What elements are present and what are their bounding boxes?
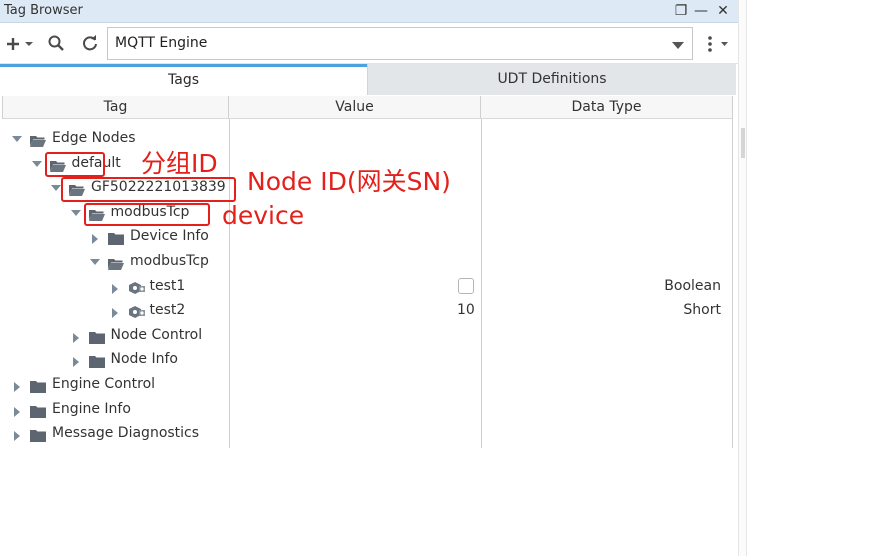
tag-provider-dropdown[interactable]: MQTT Engine — [107, 27, 693, 60]
tag-tree-table: Tag Value Data Type Edge Nodes default GF5… — [2, 96, 733, 448]
tree-row-label: test1 — [149, 277, 186, 294]
title-bar: Tag Browser ❐ — ✕ — [0, 0, 738, 23]
collapse-arrow-icon[interactable] — [14, 382, 20, 392]
tag-browser-panel: Tag Browser ❐ — ✕ MQTT Engine Tags UDT D… — [0, 0, 738, 556]
more-options-button[interactable] — [703, 34, 731, 54]
refresh-icon — [83, 35, 97, 51]
search-button[interactable] — [46, 34, 66, 54]
toolbar: MQTT Engine — [0, 24, 738, 64]
collapse-arrow-icon[interactable] — [111, 308, 118, 319]
folder-icon — [29, 404, 47, 419]
folder-icon — [29, 379, 47, 394]
tag-icon — [127, 281, 145, 296]
expand-arrow-icon[interactable] — [70, 209, 81, 216]
tree-row[interactable]: Engine Info — [2, 400, 733, 424]
tree-row-label: Engine Info — [52, 400, 131, 417]
annotation-node-id: Node ID(网关SN) — [247, 167, 451, 196]
tree-row[interactable]: Edge Nodes — [2, 129, 733, 153]
tree-row[interactable]: Engine Control — [2, 375, 733, 399]
tab-bar: Tags UDT Definitions — [0, 64, 736, 95]
collapse-arrow-icon[interactable] — [72, 332, 79, 343]
tree-row[interactable]: Node Info — [2, 350, 733, 374]
scrollbar-thumb[interactable] — [741, 128, 745, 158]
refresh-button[interactable] — [80, 34, 100, 54]
column-header-data-type[interactable]: Data Type — [481, 96, 733, 119]
tag-data-type: Short — [683, 302, 721, 319]
collapse-arrow-icon[interactable] — [111, 283, 118, 294]
minimize-icon[interactable]: — — [693, 3, 709, 19]
tree-row-label: Device Info — [130, 228, 209, 245]
value-checkbox[interactable] — [458, 277, 474, 294]
tree-row[interactable]: modbusTcp — [2, 252, 733, 276]
column-header-tag[interactable]: Tag — [2, 96, 229, 119]
vertical-scrollbar[interactable] — [738, 0, 747, 556]
collapse-arrow-icon[interactable] — [92, 234, 98, 245]
tree-row[interactable]: Node Control — [2, 326, 733, 350]
folder-icon — [88, 330, 106, 345]
annotation-box-device — [84, 203, 210, 226]
tree-row-label: Node Info — [110, 351, 178, 368]
tag-provider-value: MQTT Engine — [115, 35, 208, 51]
collapse-arrow-icon[interactable] — [14, 406, 20, 417]
folder-icon — [107, 231, 125, 246]
search-icon — [48, 35, 64, 51]
annotation-device: device — [222, 201, 305, 230]
folder-open-icon — [107, 256, 125, 271]
chevron-down-icon — [672, 42, 684, 49]
tree-row-label: Engine Control — [52, 376, 156, 392]
column-header-value[interactable]: Value — [229, 96, 481, 119]
expand-arrow-icon[interactable] — [90, 259, 100, 265]
tab-tags[interactable]: Tags — [0, 64, 367, 95]
panel-title: Tag Browser — [4, 3, 83, 18]
plus-icon — [7, 38, 33, 50]
tab-udt-definitions[interactable]: UDT Definitions — [367, 64, 736, 95]
tree-row-label: test2 — [149, 302, 186, 319]
tree-row[interactable]: test1 Boolean — [2, 277, 733, 301]
tree-row[interactable]: test2 10 Short — [2, 301, 733, 325]
tree-row[interactable]: Message Diagnostics — [2, 424, 733, 448]
tree-row-label: modbusTcp — [130, 253, 209, 269]
add-tag-button[interactable] — [4, 34, 34, 54]
collapse-arrow-icon[interactable] — [72, 357, 79, 368]
tree-row-label: Message Diagnostics — [52, 425, 200, 442]
expand-arrow-icon[interactable] — [31, 160, 42, 167]
tag-icon — [127, 305, 145, 320]
folder-icon — [88, 354, 106, 369]
tag-value[interactable]: 10 — [457, 302, 475, 318]
tag-data-type: Boolean — [664, 277, 721, 294]
annotation-group-id: 分组ID — [141, 149, 218, 178]
tree-row[interactable]: Device Info — [2, 227, 733, 251]
expand-arrow-icon[interactable] — [51, 185, 61, 192]
expand-arrow-icon[interactable] — [12, 136, 22, 142]
more-vertical-icon — [708, 36, 728, 52]
annotation-box-group — [45, 152, 105, 177]
restore-icon[interactable]: ❐ — [673, 3, 689, 19]
tree-row-label: Node Control — [110, 326, 203, 343]
folder-open-icon — [29, 133, 47, 148]
folder-icon — [29, 428, 47, 443]
tree-row-label: Edge Nodes — [52, 130, 136, 146]
collapse-arrow-icon[interactable] — [14, 431, 20, 442]
annotation-box-node — [61, 177, 236, 202]
close-icon[interactable]: ✕ — [715, 3, 731, 19]
